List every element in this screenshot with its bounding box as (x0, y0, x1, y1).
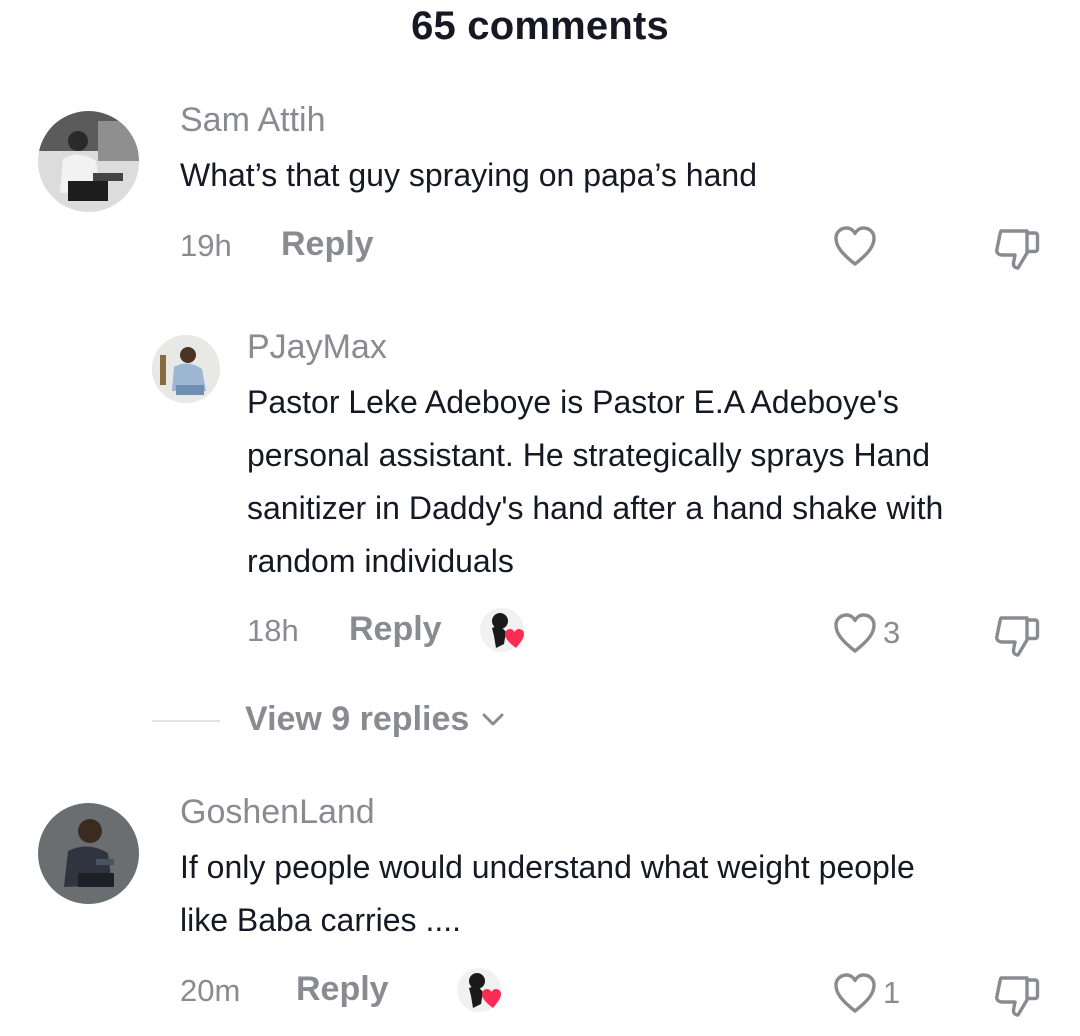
heart-outline-icon (834, 613, 876, 653)
comment-text: If only people would understand what wei… (180, 841, 915, 947)
thumbs-down-icon (995, 976, 1040, 1017)
creator-liked-badge (455, 964, 511, 1020)
comment-username[interactable]: PJayMax (247, 328, 387, 367)
creator-liked-badge (478, 604, 534, 660)
like-button[interactable]: 3 (833, 612, 900, 654)
chevron-down-icon (482, 713, 504, 725)
like-button[interactable] (833, 225, 883, 267)
comment-text-line: like Baba carries .... (180, 902, 461, 938)
comment-text-line: personal assistant. He strategically spr… (247, 437, 930, 473)
avatar[interactable] (38, 803, 139, 904)
like-button[interactable]: 1 (833, 972, 900, 1014)
comment-text-line: What’s that guy spraying on papa’s hand (180, 157, 757, 193)
comment-text-line: If only people would understand what wei… (180, 849, 915, 885)
dislike-button[interactable] (993, 225, 1041, 276)
like-count: 1 (883, 975, 901, 1010)
comment-text: What’s that guy spraying on papa’s hand (180, 149, 757, 202)
reply-button[interactable]: Reply (281, 225, 374, 264)
comment-text-line: random individuals (247, 543, 514, 579)
comment-timestamp: 20m (180, 973, 241, 1008)
creator-liked-heart-icon (480, 608, 524, 652)
divider (152, 720, 220, 722)
dislike-button[interactable] (993, 612, 1041, 663)
thumbs-down-icon (995, 229, 1040, 270)
like-count: 3 (883, 615, 901, 650)
view-replies-button[interactable]: View 9 replies (245, 700, 507, 739)
comment-username[interactable]: Sam Attih (180, 101, 326, 140)
reply-button[interactable]: Reply (296, 970, 389, 1009)
heart-outline-icon (834, 226, 876, 266)
comment-text-line: Pastor Leke Adeboye is Pastor E.A Adeboy… (247, 384, 899, 420)
comment-timestamp: 18h (247, 613, 299, 648)
comment-username[interactable]: GoshenLand (180, 793, 375, 832)
dislike-button[interactable] (993, 972, 1041, 1023)
avatar[interactable] (152, 335, 220, 403)
avatar[interactable] (38, 111, 139, 212)
comment-text: Pastor Leke Adeboye is Pastor E.A Adeboy… (247, 376, 943, 588)
heart-outline-icon (834, 973, 876, 1013)
comment-timestamp: 19h (180, 228, 232, 263)
creator-liked-heart-icon (457, 968, 501, 1012)
thumbs-down-icon (995, 616, 1040, 657)
reply-button[interactable]: Reply (349, 610, 442, 649)
comment-text-line: sanitizer in Daddy's hand after a hand s… (247, 490, 944, 526)
page-title: 65 comments (411, 4, 669, 48)
view-replies-label: View 9 replies (245, 700, 470, 738)
